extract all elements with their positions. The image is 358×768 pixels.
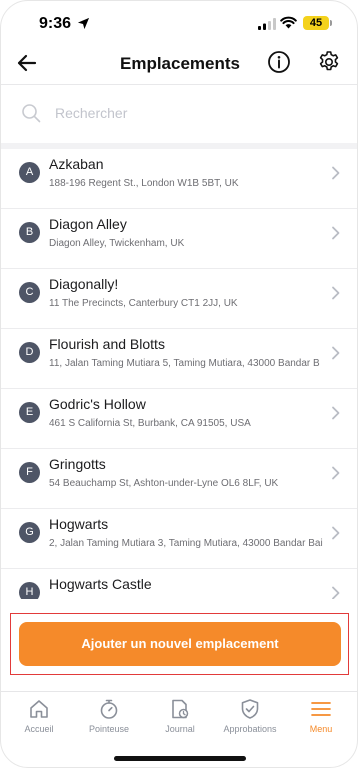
- chevron-right-icon: [332, 166, 340, 180]
- tab-approbations[interactable]: Approbations: [215, 698, 285, 738]
- location-avatar: H: [19, 582, 40, 599]
- home-icon: [30, 700, 48, 718]
- location-avatar: G: [19, 522, 40, 543]
- tab-label: Accueil: [24, 724, 54, 734]
- location-name: Diagonally!: [49, 276, 119, 292]
- location-name: Gringotts: [49, 456, 106, 472]
- location-name: Diagon Alley: [49, 216, 127, 232]
- location-address: 461 S California St, Burbank, CA 91505, …: [49, 418, 251, 429]
- location-address: 54 Beauchamp St, Ashton-under-Lyne OL6 8…: [49, 478, 279, 489]
- location-list-item[interactable]: F Gringotts 54 Beauchamp St, Ashton-under-…: [1, 449, 357, 509]
- stopwatch-icon: [100, 699, 118, 719]
- location-name: Azkaban: [49, 156, 104, 172]
- tab-pointeuse[interactable]: Pointeuse: [74, 698, 144, 738]
- location-address: Diagon Alley, Twickenham, UK: [49, 238, 185, 249]
- location-name: Flourish and Blotts: [49, 336, 165, 352]
- battery-icon: 45: [303, 16, 329, 30]
- location-name: Godric's Hollow: [49, 396, 146, 412]
- battery-nub: [330, 20, 332, 26]
- battery-level: 45: [309, 17, 323, 29]
- location-avatar: B: [19, 222, 40, 243]
- location-list-item[interactable]: G Hogwarts 2, Jalan Taming Mutiara 3, Tami…: [1, 509, 357, 569]
- journal-icon: [172, 699, 189, 719]
- location-list-item[interactable]: B Diagon Alley Diagon Alley, Twickenham, U…: [1, 209, 357, 269]
- location-arrow-icon: [77, 17, 90, 30]
- location-address: 2, Jalan Taming Mutiara 3, Taming Mutiar…: [49, 538, 323, 549]
- search-input[interactable]: [55, 101, 335, 125]
- location-avatar: A: [19, 162, 40, 183]
- location-list-item[interactable]: H Hogwarts Castle: [1, 569, 357, 599]
- tab-label: Pointeuse: [88, 724, 130, 734]
- app-screen: 9:36 45 Emplacements Rechercher A Azkaba…: [0, 0, 358, 768]
- info-icon[interactable]: [267, 50, 291, 74]
- status-bar: 9:36 45: [1, 1, 357, 45]
- location-address: 11 The Precincts, Canterbury CT1 2JJ, UK: [49, 298, 238, 309]
- tab-bar: Accueil Pointeuse Journal Approbations M…: [1, 691, 357, 741]
- location-list-item[interactable]: E Godric's Hollow 461 S California St, Bur…: [1, 389, 357, 449]
- nav-header: Emplacements: [1, 45, 357, 85]
- add-location-button[interactable]: Ajouter un nouvel emplacement: [19, 622, 341, 666]
- location-list-item[interactable]: C Diagonally! 11 The Precincts, Canterbury…: [1, 269, 357, 329]
- chevron-right-icon: [332, 226, 340, 240]
- tab-label: Menu: [309, 724, 333, 734]
- location-address: 188-196 Regent St., London W1B 5BT, UK: [49, 178, 239, 189]
- gear-icon[interactable]: [317, 50, 341, 74]
- location-name: Hogwarts Castle: [49, 576, 152, 592]
- status-time: 9:36: [39, 15, 72, 32]
- location-avatar: F: [19, 462, 40, 483]
- tab-label: Journal: [165, 724, 195, 734]
- search-icon: [22, 104, 41, 123]
- tab-label: Approbations: [223, 724, 277, 734]
- shield-check-icon: [241, 699, 259, 719]
- search-bar: [1, 85, 357, 143]
- menu-icon: [311, 702, 331, 716]
- wifi-icon: [280, 16, 297, 29]
- location-avatar: E: [19, 402, 40, 423]
- cellular-signal-icon: [258, 18, 276, 30]
- chevron-right-icon: [332, 526, 340, 540]
- location-list-item[interactable]: D Flourish and Blotts 11, Jalan Taming Mut…: [1, 329, 357, 389]
- tab-accueil[interactable]: Accueil: [4, 698, 74, 738]
- chevron-right-icon: [332, 406, 340, 420]
- chevron-right-icon: [332, 466, 340, 480]
- location-avatar: D: [19, 342, 40, 363]
- page-title: Emplacements: [120, 54, 240, 73]
- tab-journal[interactable]: Journal: [145, 698, 215, 738]
- location-name: Hogwarts: [49, 516, 109, 532]
- chevron-right-icon: [332, 286, 340, 300]
- location-list: A Azkaban 188-196 Regent St., London W1B 5…: [1, 149, 357, 599]
- location-list-item[interactable]: A Azkaban 188-196 Regent St., London W1B 5…: [1, 149, 357, 209]
- tab-menu[interactable]: Menu: [286, 698, 356, 738]
- chevron-right-icon: [332, 346, 340, 360]
- chevron-right-icon: [332, 586, 340, 599]
- location-avatar: C: [19, 282, 40, 303]
- location-address: 11, Jalan Taming Mutiara 5, Taming Mutia…: [49, 358, 320, 369]
- home-indicator: [114, 756, 246, 761]
